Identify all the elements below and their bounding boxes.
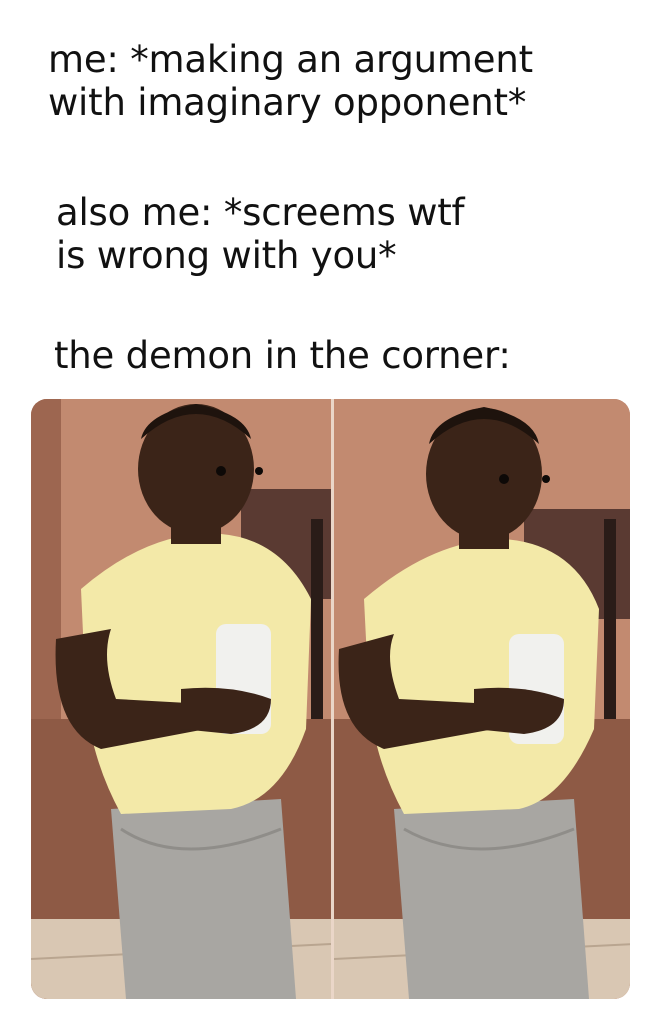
- boy-illustration-right: [334, 399, 630, 999]
- photo-frame-left: [31, 399, 331, 999]
- caption-line-1: me: *making an argument with imaginary o…: [48, 38, 533, 124]
- caption-line-3: the demon in the corner:: [54, 334, 511, 377]
- meme-photo: [31, 399, 630, 999]
- photo-frame-right: [331, 399, 630, 999]
- boy-illustration-left: [31, 399, 331, 999]
- caption-line-2: also me: *screems wtf is wrong with you*: [56, 191, 465, 277]
